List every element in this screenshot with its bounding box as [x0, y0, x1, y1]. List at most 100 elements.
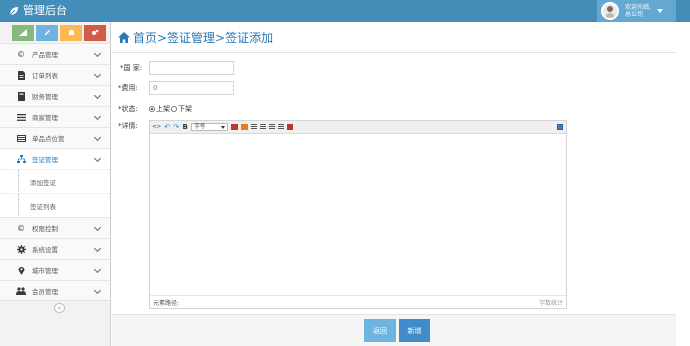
app-title: 管理后台: [23, 4, 67, 17]
editor-statusbar: 元素路径: 字数统计: [150, 295, 566, 308]
chevron-down-icon: [93, 112, 102, 121]
country-label: *国 家:: [120, 64, 143, 72]
gear-icon: [16, 244, 26, 254]
status-off-radio[interactable]: [171, 106, 177, 112]
users-icon: [16, 286, 26, 296]
status-label: *状态:: [118, 105, 138, 113]
bold-icon[interactable]: B: [182, 123, 188, 131]
rich-text-editor[interactable]: <> ↶ ↷ B 字号 元素路径: 字数统计: [149, 120, 567, 309]
fullscreen-icon[interactable]: [557, 124, 563, 130]
detail-label: *详情:: [118, 122, 138, 130]
sitemap-icon: [16, 154, 26, 164]
sidebar-item-permissions[interactable]: © 权限控制: [0, 217, 110, 238]
sidebar-item-label: 单品点位管: [32, 135, 65, 143]
signal-icon: [19, 29, 27, 36]
table-icon[interactable]: [241, 124, 249, 130]
sidebar-item-label: 签证管理: [32, 156, 58, 164]
chevron-down-icon: [93, 244, 102, 253]
sidebar-item-visa[interactable]: 签证管理: [0, 148, 110, 169]
sidebar-item-label: 产品管理: [32, 51, 58, 59]
cost-input[interactable]: 0: [149, 81, 234, 95]
chevron-down-icon: [93, 154, 102, 163]
chevron-down-icon: [93, 223, 102, 232]
chevron-down-icon: [93, 49, 102, 58]
home-icon: [118, 31, 130, 43]
cogs-shortcut-button[interactable]: [84, 24, 106, 41]
list-icon: [16, 112, 26, 122]
sidebar-item-label: 权限控制: [32, 225, 58, 233]
image-icon[interactable]: [231, 124, 239, 130]
pencil-shortcut-button[interactable]: [36, 24, 58, 41]
country-input[interactable]: [149, 61, 234, 75]
status-on-label: 上架: [156, 105, 170, 113]
file-icon: [16, 70, 26, 80]
font-size-select[interactable]: 字号: [191, 123, 229, 131]
page-header: 首页>签证管理>签证添加: [118, 28, 273, 46]
sidebar-subitem-label: 签证列表: [30, 202, 56, 211]
editor-body[interactable]: [150, 134, 566, 295]
sidebar-item-settings[interactable]: 系统设置: [0, 238, 110, 259]
sidebar-subitem-label: 添加签证: [30, 178, 56, 187]
sidebar-collapse-button[interactable]: «: [54, 303, 65, 313]
sidebar-item-merchants[interactable]: 商家管理: [0, 106, 110, 127]
status-on-radio[interactable]: [149, 106, 155, 112]
sidebar-item-label: 城市管理: [32, 267, 58, 275]
page-break-icon[interactable]: [287, 124, 294, 130]
signal-shortcut-button[interactable]: [12, 24, 34, 41]
chevron-down-icon: [93, 133, 102, 142]
chevron-down-icon: [93, 265, 102, 274]
group-shortcut-button[interactable]: [60, 24, 82, 41]
element-path: 元素路径:: [153, 299, 180, 307]
add-button[interactable]: 新增: [399, 319, 430, 342]
main-content: 首页>签证管理>签证添加 *国 家: *费用: 0 *状态: 上架 下架 *详情…: [112, 22, 690, 346]
breadcrumb: 首页>签证管理>签证添加: [133, 30, 274, 45]
sidebar-item-products[interactable]: © 产品管理: [0, 43, 110, 64]
word-count: 字数统计: [538, 299, 563, 307]
user-menu[interactable]: 欢迎光临, 总公司: [597, 0, 676, 22]
copyright-icon: ©: [17, 223, 25, 233]
sidebar: © 产品管理 订单列表 财务管理 商家管理 单品点位管 签证管理 添加签证 签证…: [0, 22, 111, 346]
status-radio-group: 上架 下架: [149, 104, 192, 114]
list-alt-icon: [16, 133, 26, 143]
sidebar-item-members[interactable]: 会员管理: [0, 280, 110, 301]
sidebar-subitem-visa-list[interactable]: 签证列表: [0, 193, 110, 218]
align-right-icon[interactable]: [269, 124, 276, 130]
undo-icon[interactable]: ↶: [164, 123, 170, 131]
back-button[interactable]: 返回: [364, 319, 396, 342]
group-icon: [68, 30, 74, 35]
user-name: 总公司: [625, 11, 644, 18]
chevron-down-icon: [93, 286, 102, 295]
form-actions: 返回 新增: [112, 314, 678, 346]
right-gutter: [676, 22, 690, 346]
copyright-icon: ©: [17, 49, 25, 59]
align-justify-icon[interactable]: [278, 124, 285, 130]
sidebar-item-orders[interactable]: 订单列表: [0, 64, 110, 85]
sidebar-collapse-bar: «: [0, 300, 110, 314]
align-center-icon[interactable]: [260, 124, 267, 130]
pencil-icon: [44, 30, 50, 35]
chevron-down-icon: [93, 91, 102, 100]
chevron-down-icon: [93, 70, 102, 79]
sidebar-item-finance[interactable]: 财务管理: [0, 85, 110, 106]
leaf-icon: [9, 7, 18, 16]
header-divider: [112, 52, 678, 53]
sidebar-item-label: 系统设置: [32, 246, 58, 254]
sidebar-item-cities[interactable]: 城市管理: [0, 259, 110, 280]
html-source-icon[interactable]: <>: [152, 123, 161, 131]
welcome-text: 欢迎光临,: [625, 4, 651, 11]
chevron-down-icon: [656, 9, 663, 13]
sidebar-item-label: 财务管理: [32, 93, 58, 101]
sidebar-item-label: 会员管理: [32, 288, 58, 296]
editor-toolbar: <> ↶ ↷ B 字号: [150, 121, 566, 134]
sidebar-shortcuts: [0, 22, 110, 43]
sidebar-item-label: 订单列表: [32, 72, 58, 80]
brand[interactable]: 管理后台: [9, 4, 67, 18]
user-info: 欢迎光临, 总公司: [625, 4, 651, 18]
align-left-icon[interactable]: [251, 124, 258, 130]
avatar: [601, 2, 619, 20]
sidebar-item-single-point[interactable]: 单品点位管: [0, 127, 110, 148]
redo-icon[interactable]: ↷: [173, 123, 179, 131]
map-marker-icon: [16, 265, 26, 275]
sidebar-item-label: 商家管理: [32, 114, 58, 122]
sidebar-subitem-add-visa[interactable]: 添加签证: [0, 169, 110, 194]
